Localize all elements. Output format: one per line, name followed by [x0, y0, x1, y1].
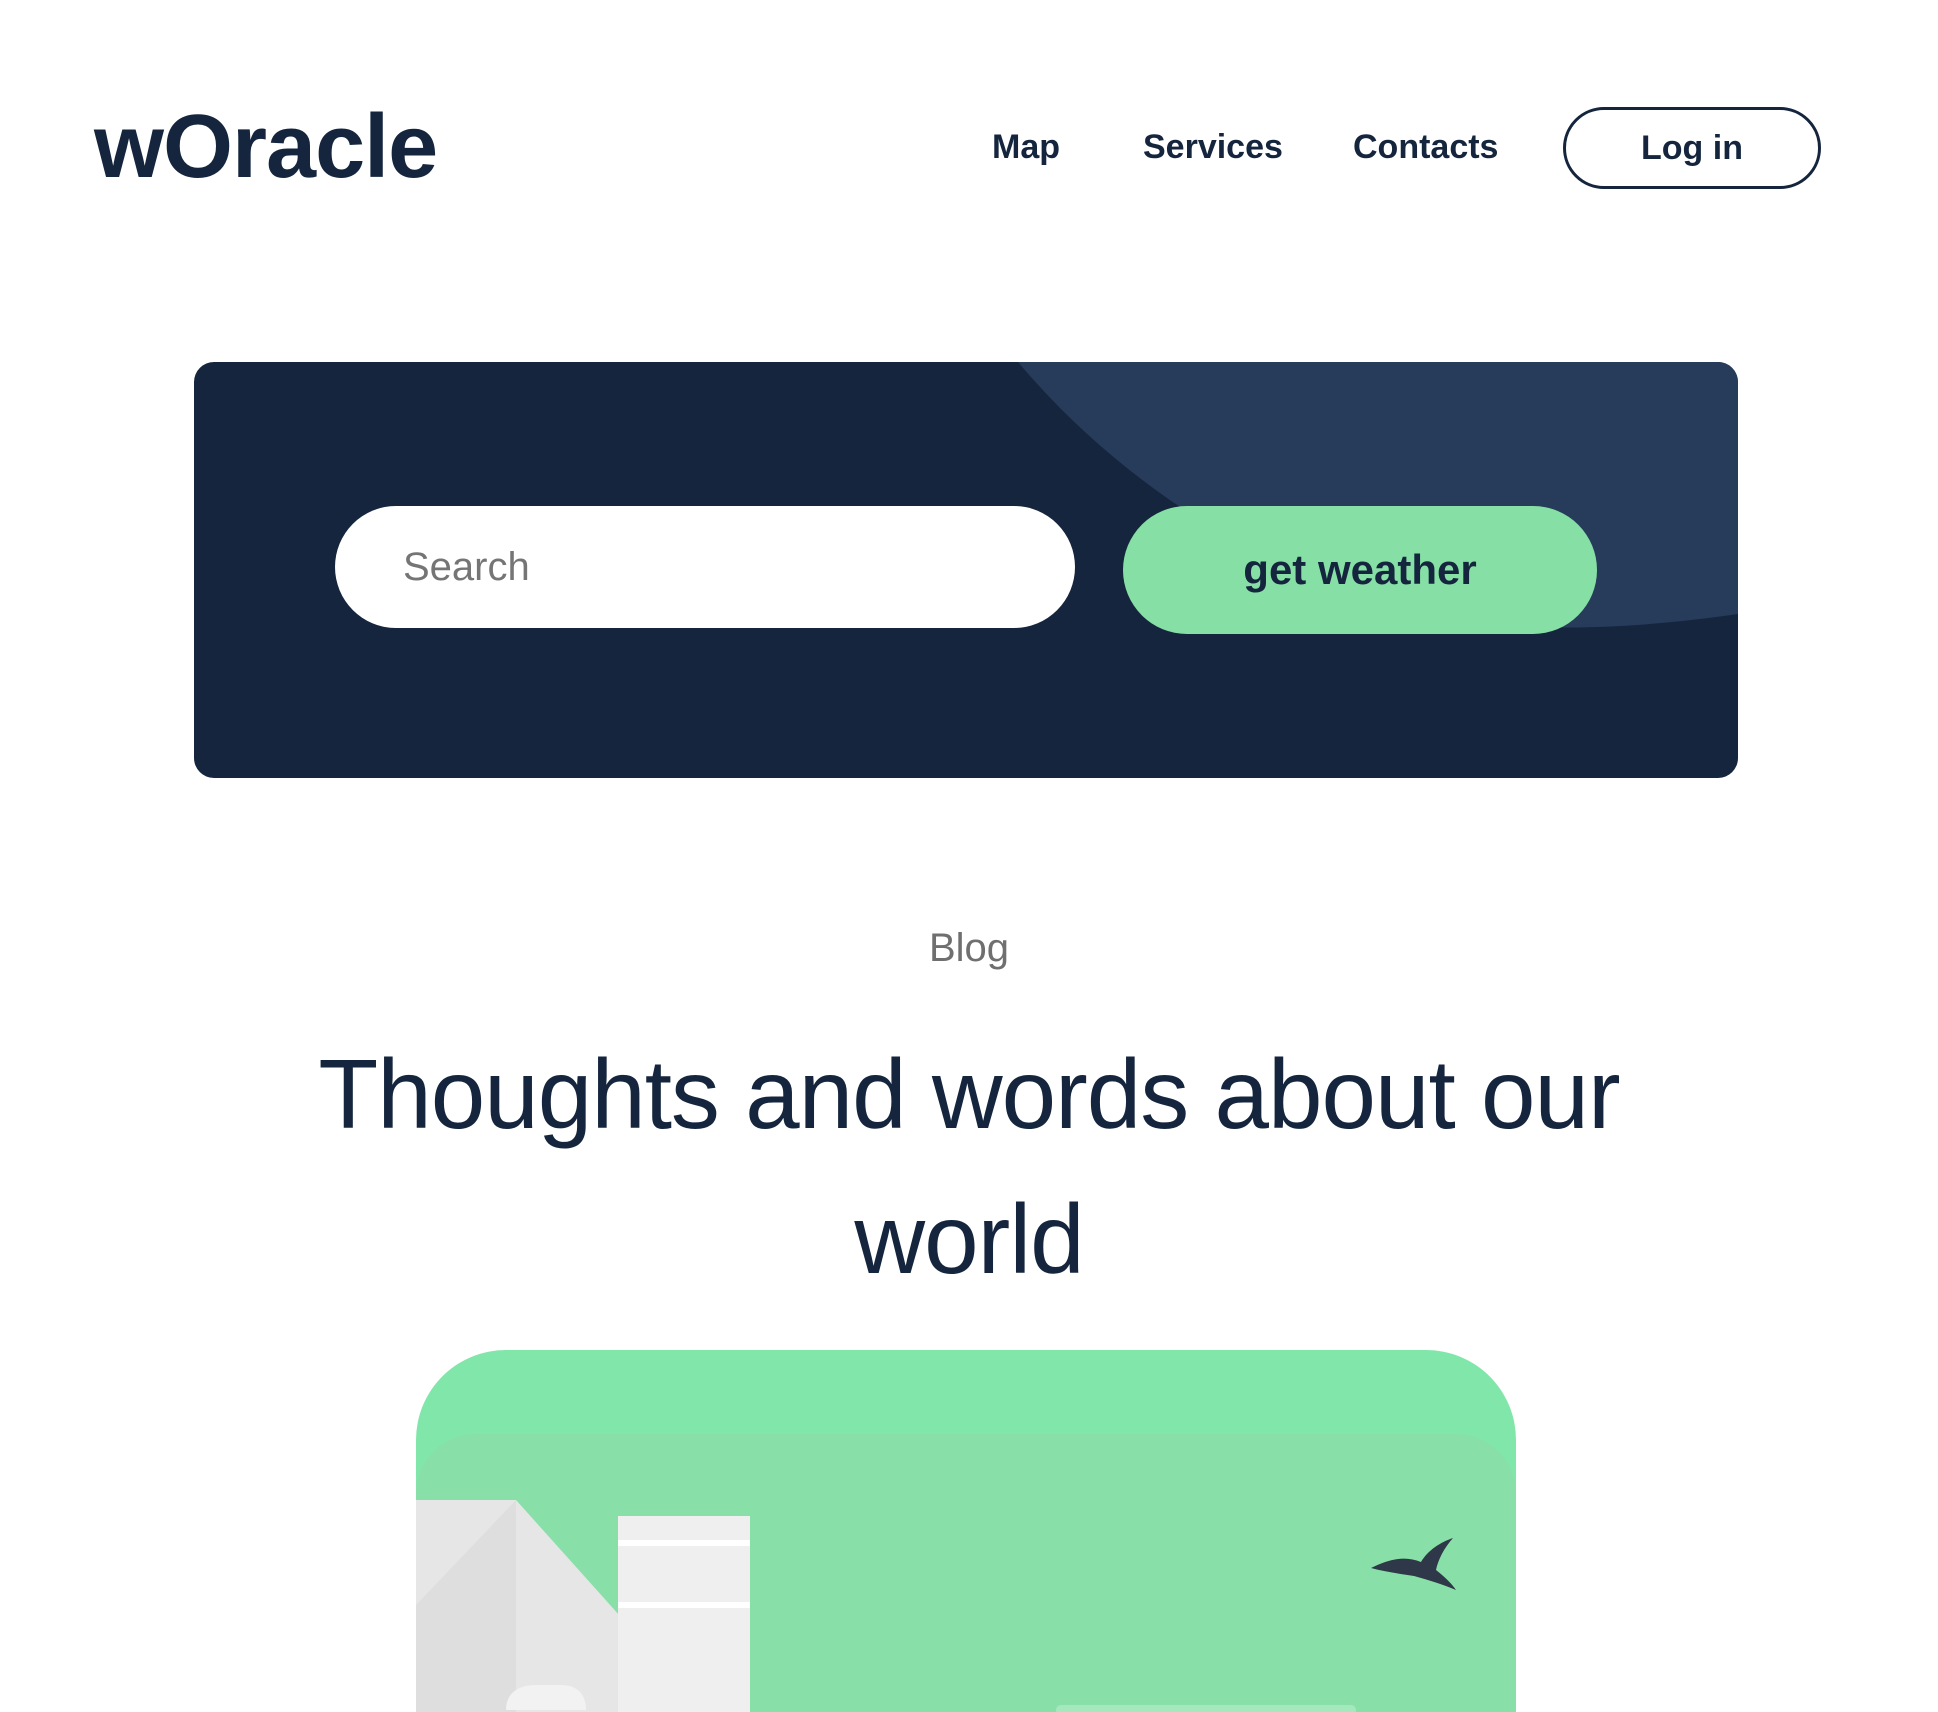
search-input[interactable] — [335, 506, 1075, 628]
nav-link-services[interactable]: Services — [1143, 130, 1283, 164]
get-weather-button[interactable]: get weather — [1123, 506, 1597, 634]
nav-link-contacts[interactable]: Contacts — [1353, 130, 1498, 164]
blog-illustration — [416, 1434, 1516, 1712]
login-button[interactable]: Log in — [1563, 107, 1821, 189]
page: wOracle Map Services Contacts Log in get… — [0, 0, 1938, 1712]
site-logo[interactable]: wOracle — [94, 102, 438, 192]
nav-link-map[interactable]: Map — [992, 130, 1060, 164]
blog-eyebrow: Blog — [928, 926, 1010, 970]
blog-card-image[interactable] — [416, 1350, 1516, 1712]
blog-heading: Thoughts and words about our world — [318, 1039, 1620, 1294]
